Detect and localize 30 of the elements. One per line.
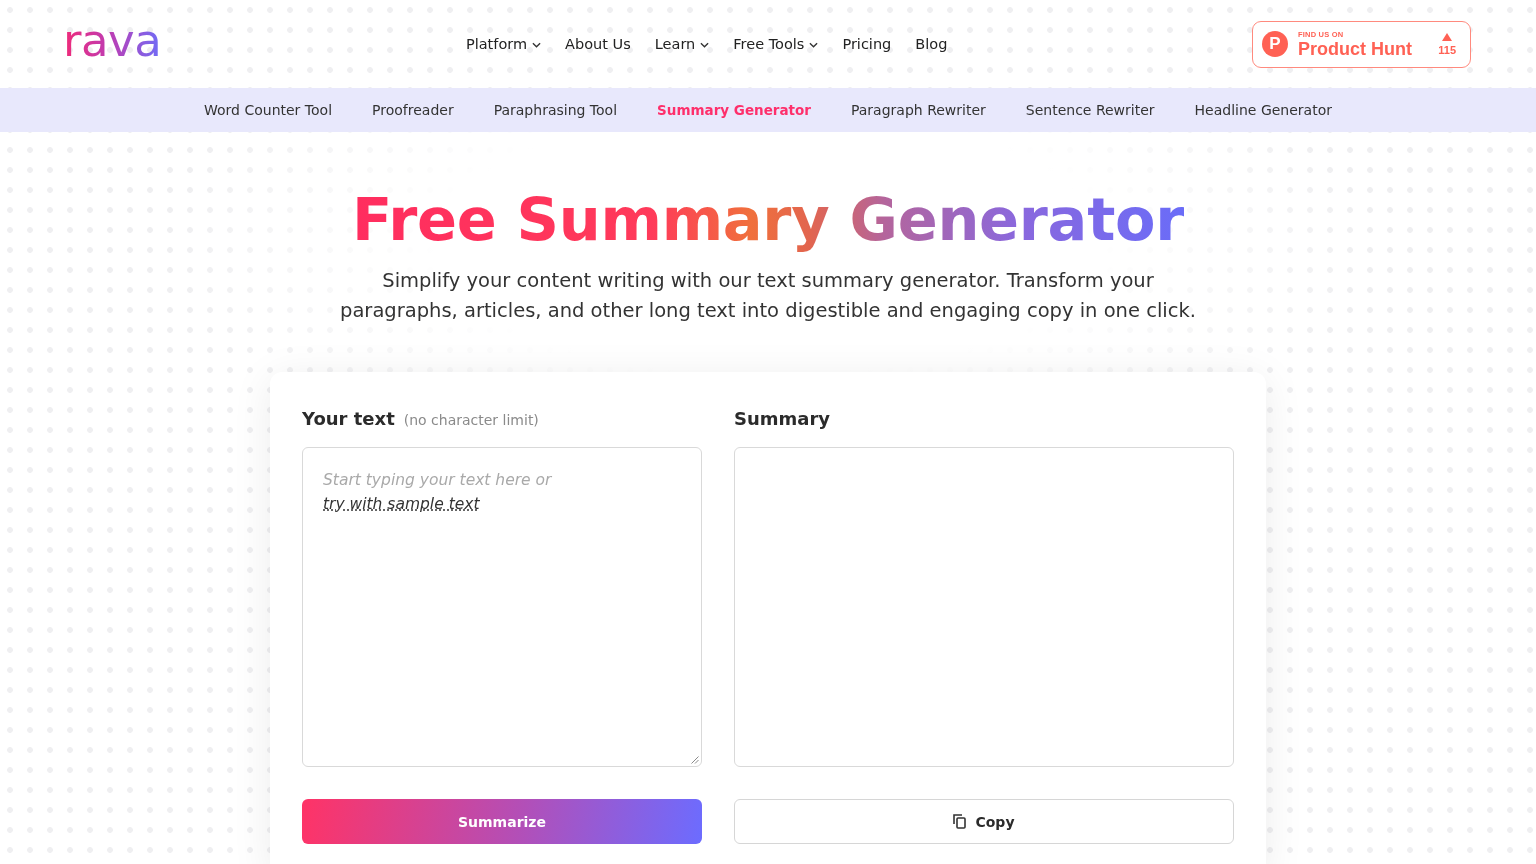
badge-title: Product Hunt xyxy=(1298,38,1413,59)
tool-tab[interactable]: Proofreader xyxy=(372,102,454,118)
page-subtitle: Simplify your content writing with our text summary generator. Transform your paragraphs, articles, and other long text into digestible and engaging copy in one click. xyxy=(339,268,1197,324)
tool-tab[interactable]: Paraphrasing Tool xyxy=(493,102,618,118)
tool-tab[interactable]: Paragraph Rewriter xyxy=(850,102,986,118)
input-label: Your text xyxy=(302,407,395,431)
summarize-button[interactable]: Summarize xyxy=(302,799,702,844)
chevron-down-icon xyxy=(809,42,819,48)
p-logo-icon: P xyxy=(1262,31,1288,57)
nav-link[interactable]: Platform xyxy=(465,36,542,52)
placeholder-text: Start typing your text here or try with sample text xyxy=(323,470,553,515)
nav-link[interactable]: Pricing xyxy=(842,36,892,52)
text-input-field[interactable]: Start typing your text here or try with sample text xyxy=(302,447,702,767)
tool-tab[interactable]: Word Counter Tool xyxy=(204,102,333,118)
nav-link[interactable]: Learn xyxy=(654,36,710,52)
sample-text-link[interactable]: try with sample text xyxy=(323,495,480,513)
limit-note: (no character limit) xyxy=(403,412,539,428)
copy-icon xyxy=(953,814,967,829)
resize-grip-icon xyxy=(691,756,699,764)
nav-link[interactable]: Blog xyxy=(915,36,948,52)
summary-label: Summary xyxy=(734,407,831,431)
nav-link[interactable]: About Us xyxy=(565,36,631,52)
chevron-down-icon xyxy=(700,42,710,48)
tool-tab[interactable]: Headline Generator xyxy=(1194,102,1332,118)
upvote-triangle-icon xyxy=(1442,32,1453,41)
copy-button[interactable]: Copy xyxy=(734,799,1234,844)
tool-tab[interactable]: Sentence Rewriter xyxy=(1025,102,1155,118)
vote-count: 115 xyxy=(1438,43,1456,56)
nav-link[interactable]: Free Tools xyxy=(733,36,819,52)
chevron-down-icon xyxy=(532,42,542,48)
